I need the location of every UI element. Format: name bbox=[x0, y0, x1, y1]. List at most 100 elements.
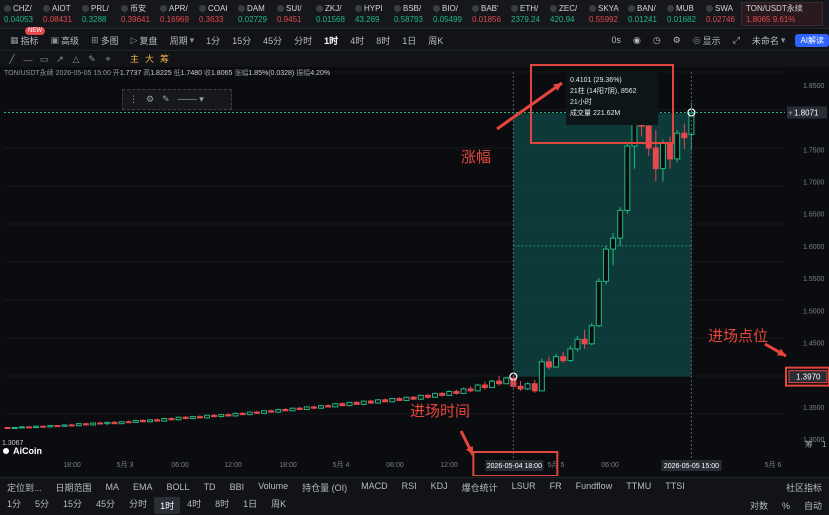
sub-indicator-tab[interactable]: RSI bbox=[395, 481, 424, 494]
line-style-icon[interactable]: ─── ▾ bbox=[178, 94, 204, 105]
sub-indicator-tab[interactable]: 爆仓统计 bbox=[455, 481, 505, 494]
sub-indicator-tab[interactable]: Fundflow bbox=[569, 481, 620, 494]
period-tab-bottom[interactable]: 15分 bbox=[56, 497, 89, 514]
period-tab-bottom[interactable]: 1日 bbox=[236, 497, 264, 514]
period-tab[interactable]: 1分 bbox=[200, 30, 226, 51]
ticker-item[interactable]: BAB' 0.01856 bbox=[468, 3, 507, 25]
candle bbox=[325, 405, 332, 408]
ticker-item[interactable]: AIOT 0.08431 bbox=[39, 3, 78, 25]
ticker-item[interactable]: ZEC/420.94 bbox=[546, 3, 585, 25]
period-tab[interactable]: 15分 bbox=[226, 30, 257, 51]
ticker-item[interactable]: HYPI 43.269 bbox=[351, 3, 390, 25]
ticker-item[interactable]: BIO/0.05499 bbox=[429, 3, 468, 25]
candle bbox=[681, 132, 688, 139]
candle bbox=[161, 418, 168, 422]
period-tab[interactable]: 4时 bbox=[344, 30, 370, 51]
ticker-item[interactable]: COAI 0.3633 bbox=[195, 3, 234, 25]
arrow-icon[interactable]: ↗ bbox=[52, 54, 68, 65]
ticker-item[interactable]: ZKJ/0.01568 bbox=[312, 3, 351, 25]
period-tab-bottom[interactable]: 5分 bbox=[28, 497, 56, 514]
fullscreen-icon[interactable]: ⤢ bbox=[727, 30, 746, 51]
triangle-icon[interactable]: △ bbox=[68, 54, 84, 65]
indicator-tab[interactable]: BOLL bbox=[160, 482, 197, 492]
settings-icon[interactable]: ⚙ bbox=[146, 94, 154, 105]
candle bbox=[553, 356, 560, 368]
change-value: 1.85%(0.0328) bbox=[248, 70, 295, 77]
ticker-item[interactable]: BAN/0.01241 bbox=[624, 3, 663, 25]
layer-fine[interactable]: 筹 bbox=[160, 52, 169, 65]
ticker-item[interactable]: SUI/0.9451 bbox=[273, 3, 312, 25]
cursor-icon[interactable]: ⌖ bbox=[100, 54, 116, 65]
period-tab-bottom[interactable]: 分时 bbox=[122, 497, 154, 514]
layer-big[interactable]: 大 bbox=[145, 52, 154, 65]
ticker-price: 0.01241 bbox=[628, 15, 657, 24]
sub-indicator-tab[interactable]: FR bbox=[543, 481, 569, 494]
display-button[interactable]: ◎ 显示 bbox=[687, 30, 727, 51]
period-tab[interactable]: 45分 bbox=[257, 30, 288, 51]
ticker-item[interactable]: MUB 0.01682 bbox=[663, 3, 702, 25]
period-tab-bottom[interactable]: 1分 bbox=[0, 497, 28, 514]
percent-toggle[interactable]: % bbox=[775, 501, 797, 511]
sub-indicator-tab[interactable]: LSUR bbox=[505, 481, 543, 494]
locate-button[interactable]: 定位到... bbox=[0, 481, 49, 494]
sub-indicator-tab[interactable]: MACD bbox=[354, 481, 395, 494]
period-dropdown[interactable]: 周期 ▾ bbox=[164, 30, 201, 51]
indicator-tab[interactable]: BBI bbox=[223, 482, 252, 492]
auto-toggle[interactable]: 自动 bbox=[797, 499, 829, 512]
settings-icon[interactable]: ⚙ bbox=[667, 30, 687, 51]
log-toggle[interactable]: 对数 bbox=[743, 499, 775, 512]
ticker-item[interactable]: PRL/0.3288 bbox=[78, 3, 117, 25]
ticker-item-active[interactable]: TON/USDT永续 1.8065 9.61% bbox=[741, 2, 823, 26]
low-label: 低 bbox=[173, 70, 181, 77]
ticker-item[interactable]: SWA 0.02746 bbox=[702, 3, 741, 25]
rectangle-icon[interactable]: ▭ bbox=[36, 54, 52, 65]
replay-button[interactable]: ▷ 复盘 bbox=[125, 30, 164, 51]
period-tab[interactable]: 1日 bbox=[396, 30, 422, 51]
ticker-item[interactable]: DAM 0.02729 bbox=[234, 3, 273, 25]
ticker-item[interactable]: ETH/2379.24 bbox=[507, 3, 546, 25]
ticker-price: 0.9451 bbox=[277, 15, 302, 24]
period-tab-bottom[interactable]: 周K bbox=[264, 497, 293, 514]
period-tab-bottom[interactable]: 8时 bbox=[208, 497, 236, 514]
camera-icon[interactable]: ◉ bbox=[627, 30, 647, 51]
period-tab-bottom[interactable]: 4时 bbox=[180, 497, 208, 514]
ticker-item[interactable]: CHZ/0.04053 bbox=[0, 3, 39, 25]
indicator-tab[interactable]: TD bbox=[197, 482, 223, 492]
pencil-icon[interactable]: ✎ bbox=[162, 94, 170, 105]
entry-time-value: 2026-05-04 18:00 bbox=[487, 463, 542, 470]
sub-indicator-tab[interactable]: KDJ bbox=[424, 481, 455, 494]
sub-indicator-tab[interactable]: TTMU bbox=[619, 481, 658, 494]
ai-interpret-button[interactable]: AI解读 bbox=[795, 33, 829, 47]
period-tab[interactable]: 分时 bbox=[288, 30, 318, 51]
ticker-item[interactable]: SKYA 0.55992 bbox=[585, 3, 624, 25]
time-tick: 5月 5 bbox=[548, 461, 565, 469]
ticker-item[interactable]: 币安 0.39641 bbox=[117, 3, 156, 25]
sub-indicator-tab[interactable]: TTSI bbox=[658, 481, 692, 494]
ticker-item[interactable]: BSB/0.58793 bbox=[390, 3, 429, 25]
time-tick: 12:00 bbox=[440, 462, 458, 469]
line-icon[interactable]: — bbox=[20, 55, 36, 65]
account-dropdown[interactable]: 未命名 ▾ bbox=[746, 30, 792, 51]
multi-chart-button[interactable]: ⊞ 多图 bbox=[85, 30, 125, 51]
date-range-button[interactable]: 日期范围 bbox=[49, 481, 99, 494]
layer-main[interactable]: 主 bbox=[130, 52, 139, 65]
candle bbox=[182, 416, 189, 420]
period-tab[interactable]: 1时 bbox=[318, 30, 344, 51]
plus-icon: + bbox=[788, 109, 793, 118]
drag-handle-icon[interactable]: ⋮ bbox=[129, 94, 138, 105]
period-tab[interactable]: 8时 bbox=[370, 30, 396, 51]
sub-indicator-tab[interactable]: 持仓量 (OI) bbox=[295, 481, 354, 494]
period-tab-bottom[interactable]: 45分 bbox=[89, 497, 122, 514]
brush-icon[interactable]: ✎ bbox=[84, 54, 100, 65]
indicator-tab[interactable]: MA bbox=[99, 482, 127, 492]
community-indicators-button[interactable]: 社区指标 bbox=[779, 481, 829, 494]
clock-icon[interactable]: ◷ bbox=[647, 30, 667, 51]
pen-icon[interactable]: ╱ bbox=[4, 54, 20, 65]
ticker-symbol: AIOT bbox=[43, 3, 78, 14]
ticker-item[interactable]: APR/0.16969 bbox=[156, 3, 195, 25]
period-tab-bottom[interactable]: 1时 bbox=[154, 497, 181, 514]
period-tab[interactable]: 周K bbox=[422, 30, 449, 51]
sub-indicator-tab[interactable]: Volume bbox=[251, 481, 295, 494]
advanced-button[interactable]: ▣ 高级 bbox=[45, 30, 86, 51]
indicator-tab[interactable]: EMA bbox=[126, 482, 160, 492]
